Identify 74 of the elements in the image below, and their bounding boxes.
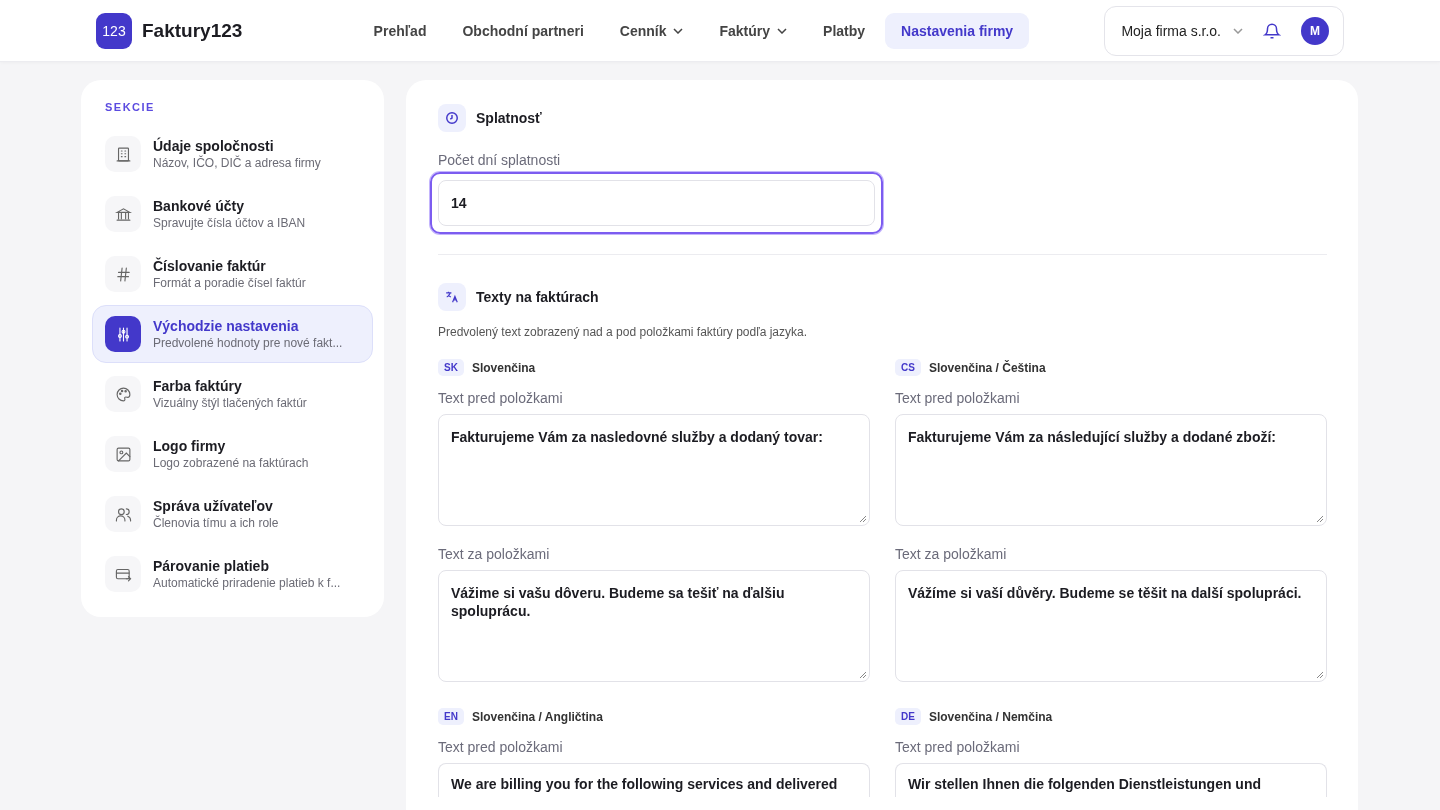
chevron-down-icon [1233,27,1243,34]
logo-text: Faktury123 [142,19,243,42]
sidebar-item[interactable]: Párovanie platieb Automatické priradenie platieb k f... [92,545,373,603]
item-title: Údaje spoločnosti [153,138,275,154]
item-subtitle: Formát a poradie čísel faktúr [153,276,306,290]
item-subtitle: Vizuálny štýl tlačených faktúr [153,396,307,410]
item-subtitle: Názov, IČO, DIČ a adresa firmy [153,156,321,170]
field-label: Text pred položkami [438,390,564,406]
field-label: Text pred položkami [438,739,564,755]
language-code: SK [438,359,464,376]
language-name: Slovenčina / Angličtina [471,709,603,724]
avatar[interactable]: M [1301,16,1329,45]
logo-mark: 123 [96,12,132,49]
item-subtitle: Členovia tímu a ich role [153,516,279,530]
sidebar-item[interactable]: Logo firmy Logo zobrazené na faktúrach [92,425,373,483]
item-title: Farba faktúry [153,378,243,394]
language-name: Slovenčina / Nemčina [928,709,1053,724]
input-field[interactable]: 14 [438,180,875,226]
section-title: Splatnosť [476,110,542,126]
field-label: Text pred položkami [895,390,1021,406]
section-title: Texty na faktúrach [476,289,599,305]
clock-icon [445,111,459,125]
item-title: Správa užívateľov [153,498,274,514]
language-code: DE [895,708,921,725]
bell-icon[interactable] [1263,21,1281,40]
text-area[interactable]: Fakturujeme Vám za nasledovné služby a dodaný tovar: [438,414,870,526]
company-switcher[interactable]: Moja firma s.r.o. [1121,22,1243,39]
text-area[interactable]: Vážíme si vaší důvěry. Budeme se těšit na další spolupráci. [895,570,1327,682]
nav-tab[interactable]: Faktúry [703,12,804,49]
language-code: EN [438,708,464,725]
field-label: Text za položkami [438,546,551,562]
resize-handle-icon[interactable] [859,671,867,679]
field-label: Text za položkami [895,546,1008,562]
item-subtitle: Logo zobrazené na faktúrach [153,456,309,470]
language-code: CS [895,359,921,376]
nav-tab[interactable]: Obchodní partneri [446,12,600,49]
sidebar-item[interactable]: Bankové účty Spravujte čísla účtov a IBAN [92,185,373,243]
text-area[interactable]: Fakturujeme Vám za následující služby a dodané zboží: [895,414,1327,526]
text-area[interactable]: Vážime si vašu dôveru. Budeme sa tešiť na ďalšiu spoluprácu. [438,570,870,682]
sidebar-item[interactable]: Údaje spoločnosti Názov, IČO, DIČ a adresa firmy [92,125,373,183]
resize-handle-icon[interactable] [1316,671,1324,679]
sidebar-item[interactable]: Číslovanie faktúr Formát a poradie čísel faktúr [92,245,373,303]
sidebar-item[interactable]: Správa užívateľov Členovia tímu a ich role [92,485,373,543]
users-icon [114,505,132,523]
item-subtitle: Spravujte čísla účtov a IBAN [153,216,306,230]
field-label: Text pred položkami [895,739,1021,755]
section-heading: SEKCIE [104,101,156,113]
palette-icon [114,385,132,403]
hash-icon [114,265,132,283]
sidebar-item[interactable]: Farba faktúry Vizuálny štýl tlačených faktúr [92,365,373,423]
item-title: Východzie nastavenia [153,318,300,334]
nav-tab[interactable]: Nastavenia firmy [885,12,1030,49]
item-title: Číslovanie faktúr [153,258,267,274]
text-area[interactable]: Wir stellen Ihnen die folgenden Dienstleistungen und [895,763,1327,797]
building-icon [114,145,132,163]
item-subtitle: Predvolené hodnoty pre nové fakt... [153,336,343,350]
image-icon [114,445,132,463]
field-label: Počet dní splatnosti [438,152,562,168]
nav-tab[interactable]: Platby [807,12,882,49]
language-name: Slovenčina [471,360,536,375]
language-name: Slovenčina / Čeština [928,360,1046,375]
sidebar-item[interactable]: Východzie nastavenia Predvolené hodnoty pre nové fakt... [92,305,373,363]
nav-tab[interactable]: Prehľad [357,12,443,49]
item-title: Logo firmy [153,438,227,454]
translate-icon [445,290,459,304]
item-subtitle: Automatické priradenie platieb k f... [153,576,341,590]
section-description: Predvolený text zobrazený nad a pod položkami faktúry podľa jazyka. [438,325,809,339]
bank-icon [114,205,132,223]
item-title: Bankové účty [153,198,246,214]
resize-handle-icon[interactable] [1316,515,1324,523]
item-title: Párovanie platieb [153,558,270,574]
resize-handle-icon[interactable] [859,515,867,523]
text-area[interactable]: We are billing you for the following services and delivered [438,763,870,797]
nav-tab[interactable]: Cenník [603,12,700,49]
